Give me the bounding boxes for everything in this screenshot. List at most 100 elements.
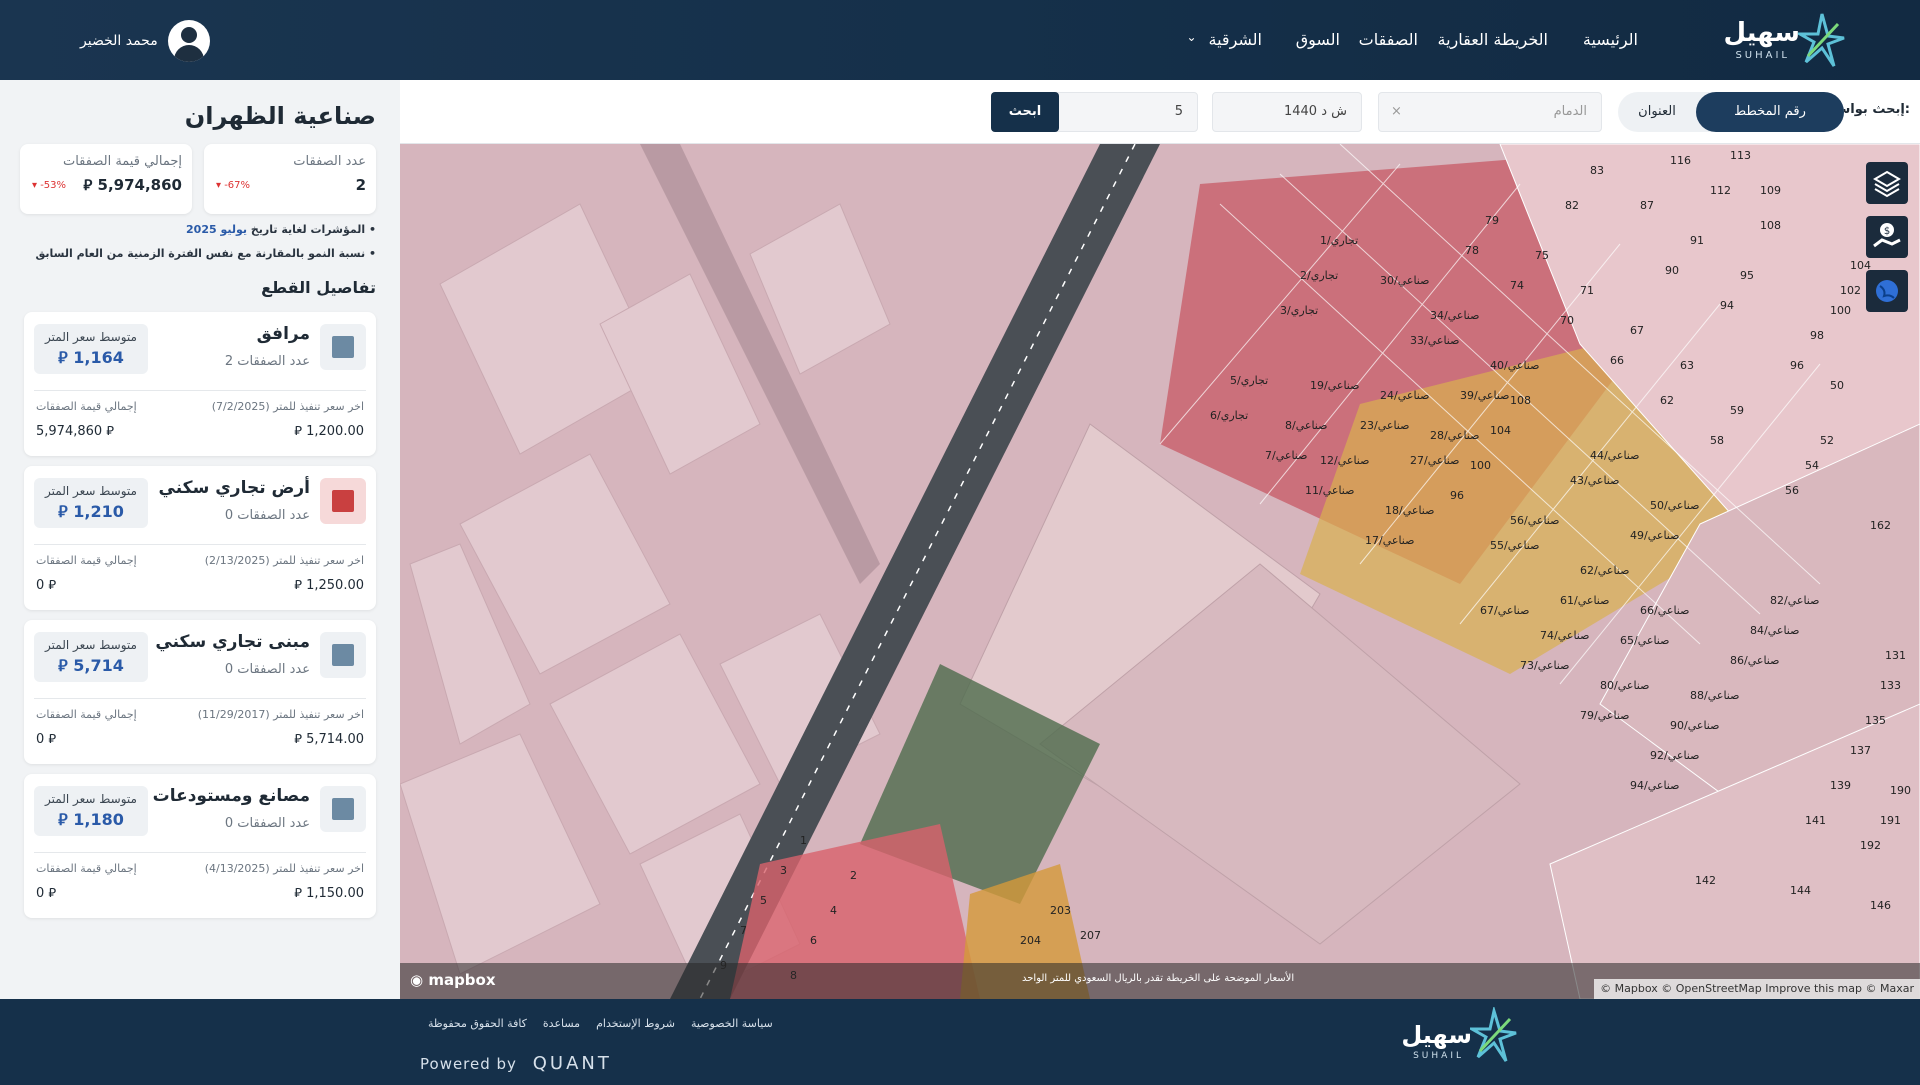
divider xyxy=(34,390,366,391)
city-placeholder: الدمام xyxy=(1553,104,1587,119)
parcel-label: 66 xyxy=(1610,354,1624,367)
parcel-label: صناعي/92 xyxy=(1650,749,1699,762)
powered-by: Powered by QUANT xyxy=(420,1053,612,1074)
link-terms[interactable]: شروط الإستخدام xyxy=(596,1017,675,1030)
parcel-label: صناعي/84 xyxy=(1750,624,1799,637)
total-label: إجمالي قيمة الصفقات xyxy=(36,554,137,567)
parcel-label: صناعي/18 xyxy=(1385,504,1434,517)
commercial-icon xyxy=(320,478,366,524)
parcel-label: صناعي/79 xyxy=(1580,709,1629,722)
parcel-label: 137 xyxy=(1850,744,1871,757)
divider xyxy=(34,698,366,699)
stat-value: 5,974,860 ⃁ xyxy=(83,176,182,194)
parcel-label: 141 xyxy=(1805,814,1826,827)
parcel-label: صناعي/61 xyxy=(1560,594,1609,607)
city-select[interactable]: الدمام × xyxy=(1378,92,1602,132)
powered-label: Powered by xyxy=(420,1055,517,1073)
parcel-label: 91 xyxy=(1690,234,1704,247)
parcel-label: صناعي/55 xyxy=(1490,539,1539,552)
mode-plan-number[interactable]: رقم المخطط xyxy=(1696,92,1844,132)
nav-deals[interactable]: الصفقات xyxy=(1359,30,1418,49)
last-price-label: اخر سعر تنفيذ للمتر (7/2/2025) xyxy=(211,400,364,413)
mode-address[interactable]: العنوان xyxy=(1618,92,1696,132)
down-arrow-icon: ▾ xyxy=(216,180,225,191)
total-value: 0 ⃁ xyxy=(36,732,57,747)
user-menu[interactable]: محمد الخضير xyxy=(80,20,210,62)
parcel-label: 96 xyxy=(1790,359,1804,372)
parcel-label: صناعي/67 xyxy=(1480,604,1529,617)
parcel-label: 146 xyxy=(1870,899,1891,912)
parcel-label: 112 xyxy=(1710,184,1731,197)
layers-icon[interactable] xyxy=(1866,162,1908,204)
parcel-label: 131 xyxy=(1885,649,1906,662)
card-name: أرض تجاري سكني xyxy=(158,478,310,498)
last-price-label: اخر سعر تنفيذ للمتر (11/29/2017) xyxy=(197,708,364,721)
globe-icon[interactable] xyxy=(1866,270,1908,312)
suhail-logo[interactable]: سهيل SUHAIL xyxy=(1723,12,1846,68)
parcel-card[interactable]: مصانع ومستودعات عدد الصفقات 0 متوسط سعر … xyxy=(24,774,376,918)
divider xyxy=(34,544,366,545)
link-privacy[interactable]: سياسة الخصوصية xyxy=(691,1017,773,1030)
stat-label: إجمالي قيمة الصفقات xyxy=(62,154,182,169)
parcel-label: 207 xyxy=(1080,929,1101,942)
district-title: صناعية الظهران xyxy=(184,102,376,130)
parcel-label: 144 xyxy=(1790,884,1811,897)
real-estate-map[interactable]: تجاري/1 تجاري/2 تجاري/3 تجاري/5 تجاري/6 … xyxy=(400,144,1920,999)
quant-logo[interactable]: QUANT xyxy=(533,1053,612,1074)
parcel-card[interactable]: مرافق عدد الصفقات 2 متوسط سعر المتر 1,16… xyxy=(24,312,376,456)
map-attribution[interactable]: © Mapbox © OpenStreetMap Improve this ma… xyxy=(1594,979,1920,999)
parcel-number-input[interactable]: 5 xyxy=(1048,92,1198,132)
card-count: عدد الصفقات 0 xyxy=(224,662,310,677)
divider xyxy=(34,852,366,853)
parcel-label: 100 xyxy=(1470,459,1491,472)
last-price-value: ⃁ 1,150.00 xyxy=(294,886,364,901)
parcel-label: صناعي/30 xyxy=(1380,274,1429,287)
parcel-label: 191 xyxy=(1880,814,1901,827)
plan-number-input[interactable]: ش د 1440 xyxy=(1212,92,1362,132)
stat-deals-total: إجمالي قيمة الصفقات 5,974,860 ⃁ ▾ -53% xyxy=(20,144,192,214)
svg-text:$: $ xyxy=(1884,226,1890,237)
footer-logo[interactable]: سهيل SUHAIL xyxy=(1398,1007,1518,1063)
parcel-label: 190 xyxy=(1890,784,1911,797)
parcel-label: تجاري/3 xyxy=(1280,304,1318,317)
card-name: مصانع ومستودعات xyxy=(152,786,310,806)
footer-logo-arabic: سهيل xyxy=(1401,1021,1472,1049)
nav-region-dropdown[interactable]: ⌄ الشرقية xyxy=(1186,30,1262,49)
parcel-label: صناعي/73 xyxy=(1520,659,1569,672)
parcel-label: 52 xyxy=(1820,434,1834,447)
parcel-label: صناعي/17 xyxy=(1365,534,1414,547)
parcel-label: 83 xyxy=(1590,164,1604,177)
parcel-label: 59 xyxy=(1730,404,1744,417)
mapbox-logo[interactable]: ◉ mapbox xyxy=(410,971,496,989)
parcel-card[interactable]: مبنى تجاري سكني عدد الصفقات 0 متوسط سعر … xyxy=(24,620,376,764)
parcel-label: 7 xyxy=(740,924,747,937)
total-value: 0 ⃁ xyxy=(36,578,57,593)
card-count: عدد الصفقات 0 xyxy=(224,816,310,831)
parcel-label: صناعي/23 xyxy=(1360,419,1409,432)
parcel-label: صناعي/65 xyxy=(1620,634,1669,647)
parcel-label: صناعي/34 xyxy=(1430,309,1479,322)
card-name: مبنى تجاري سكني xyxy=(155,632,310,652)
parcel-label: صناعي/33 xyxy=(1410,334,1459,347)
avg-price-box: متوسط سعر المتر 1,180 ⃁ xyxy=(34,786,148,836)
parcel-card[interactable]: أرض تجاري سكني عدد الصفقات 0 متوسط سعر ا… xyxy=(24,466,376,610)
building-icon xyxy=(320,632,366,678)
card-count: عدد الصفقات 0 xyxy=(224,508,310,523)
deal-price-icon[interactable]: $ xyxy=(1866,216,1908,258)
building-icon xyxy=(320,324,366,370)
link-help[interactable]: مساعدة xyxy=(543,1017,580,1030)
nav-market[interactable]: السوق xyxy=(1296,30,1340,49)
parcel-label: 75 xyxy=(1535,249,1549,262)
clear-icon[interactable]: × xyxy=(1391,93,1402,131)
parcel-label: 95 xyxy=(1740,269,1754,282)
search-button[interactable]: ابحث xyxy=(991,92,1059,132)
nav-real-estate-map[interactable]: الخريطة العقارية xyxy=(1438,30,1548,49)
last-price-label: اخر سعر تنفيذ للمتر (2/13/2025) xyxy=(204,554,364,567)
parcel-label: صناعي/24 xyxy=(1380,389,1429,402)
parcel-label: تجاري/5 xyxy=(1230,374,1268,387)
parcel-label: 204 xyxy=(1020,934,1041,947)
parcel-label: صناعي/66 xyxy=(1640,604,1689,617)
indicators-date-note: • المؤشرات لغاية تاريخ يوليو 2025 xyxy=(186,223,376,236)
nav-home[interactable]: الرئيسية xyxy=(1583,30,1638,49)
parcel-label: صناعي/90 xyxy=(1670,719,1719,732)
